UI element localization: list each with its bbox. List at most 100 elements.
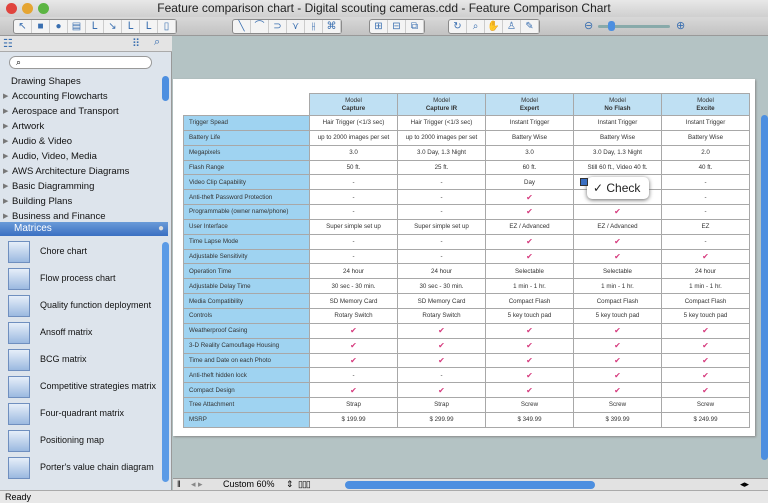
expand-arrow-icon[interactable]: ▶ — [3, 149, 8, 164]
table-cell[interactable]: ✔ — [485, 204, 574, 220]
feature-label[interactable]: Media Compatibility — [183, 293, 310, 309]
table-cell[interactable]: ✔ — [485, 337, 574, 354]
zoom-slider-thumb[interactable] — [608, 21, 615, 31]
table-cell[interactable]: Selectable — [485, 263, 574, 280]
model-header[interactable]: Model Capture IR — [397, 93, 486, 116]
feature-label[interactable]: Weatherproof Casing — [183, 322, 310, 339]
close-button[interactable] — [6, 3, 17, 14]
table-cell[interactable]: 25 ft. — [397, 159, 486, 176]
table-cell[interactable]: - — [309, 367, 398, 384]
table-cell[interactable]: ✔ — [485, 382, 574, 399]
stamp-tool-icon[interactable]: ♙ — [503, 20, 521, 33]
feature-label[interactable]: Compact Design — [183, 382, 310, 399]
table-cell[interactable]: ✔ — [309, 337, 398, 354]
table-cell[interactable]: ✔ — [397, 352, 486, 369]
expand-arrow-icon[interactable]: ▶ — [3, 179, 8, 194]
table-cell[interactable]: $ 199.99 — [309, 411, 398, 428]
table-cell[interactable]: ✔ — [661, 382, 750, 399]
table-cell[interactable]: 24 hour — [661, 263, 750, 280]
spline-tool-icon[interactable]: ⫲ — [305, 20, 323, 33]
check-option[interactable]: ✓ Check — [593, 181, 640, 195]
table-cell[interactable]: - — [661, 204, 750, 220]
library-shape[interactable]: Four-quadrant matrix — [0, 401, 165, 428]
feature-label[interactable]: Time and Date on each Photo — [183, 352, 310, 369]
page-view-icon[interactable]: ▯▯▯ — [298, 479, 311, 490]
check-popup-menu[interactable]: ✓ Check — [587, 177, 649, 199]
pause-icon[interactable]: ‖ — [177, 479, 181, 490]
table-cell[interactable]: - — [309, 248, 398, 265]
feature-label[interactable]: 3-D Reality Camouflage Housing — [183, 337, 310, 354]
categories-scrollbar[interactable] — [162, 76, 169, 101]
smart-tag-arrow-icon[interactable] — [580, 178, 588, 186]
scroll-arrows-icon[interactable]: ◂▸ — [740, 479, 749, 490]
table-cell[interactable]: Strap — [397, 397, 486, 413]
table-cell[interactable]: Rotary Switch — [397, 307, 486, 324]
expand-arrow-icon[interactable]: ▶ — [3, 134, 8, 149]
table-cell[interactable]: ✔ — [573, 233, 662, 250]
table-cell[interactable]: Compact Flash — [485, 293, 574, 309]
table-cell[interactable]: Instant Trigger — [661, 115, 750, 131]
smart-connector-icon[interactable]: ᒪ — [122, 20, 140, 33]
library-category[interactable]: ▶ Artwork — [0, 119, 165, 134]
align-icon[interactable]: ⊟ — [388, 20, 406, 33]
table-cell[interactable]: Instant Trigger — [573, 115, 662, 131]
table-cell[interactable]: Instant Trigger — [485, 115, 574, 131]
table-cell[interactable]: EZ / Advanced — [485, 218, 574, 235]
library-category[interactable]: ▶ Accounting Flowcharts — [0, 89, 165, 104]
feature-label[interactable]: Adjustable Delay Time — [183, 278, 310, 295]
table-cell[interactable]: ✔ — [485, 248, 574, 265]
library-search-input[interactable]: ⌕ — [9, 56, 152, 69]
table-cell[interactable]: Screw — [573, 397, 662, 413]
table-cell[interactable]: 3.0 Day, 1.3 Night — [397, 144, 486, 161]
table-cell[interactable]: Day — [485, 174, 574, 191]
round-connector-icon[interactable]: ᒪ — [140, 20, 158, 33]
feature-label[interactable]: Flash Range — [183, 159, 310, 176]
table-cell[interactable]: Hair Trigger (<1/3 sec) — [309, 115, 398, 131]
zoom-stepper-icon[interactable]: ⇕ — [286, 479, 294, 490]
table-cell[interactable]: - — [397, 248, 486, 265]
line-connector-icon[interactable]: ↘ — [104, 20, 122, 33]
table-cell[interactable]: Battery Wise — [661, 129, 750, 146]
table-cell[interactable]: Still 60 ft., Video 40 ft. — [573, 159, 662, 176]
expand-arrow-icon[interactable]: ▶ — [3, 194, 8, 209]
connector-tool-icon[interactable]: ᒪ — [86, 20, 104, 33]
table-cell[interactable]: ✔ — [661, 322, 750, 339]
table-cell[interactable]: ✔ — [661, 337, 750, 354]
search-toggle-icon[interactable]: ⌕ — [154, 36, 160, 49]
table-cell[interactable]: ✔ — [485, 233, 574, 250]
table-cell[interactable]: 30 sec - 30 min. — [397, 278, 486, 295]
library-shape[interactable]: Quality function deployment — [0, 293, 165, 320]
table-cell[interactable]: ✔ — [573, 337, 662, 354]
page-prev-icon[interactable]: ◂ ▸ — [191, 479, 203, 490]
table-cell[interactable]: ✔ — [573, 352, 662, 369]
library-category[interactable]: ▶ Aerospace and Transport — [0, 104, 165, 119]
model-header[interactable]: Model Expert — [485, 93, 574, 116]
table-cell[interactable]: up to 2000 images per set — [309, 129, 398, 146]
table-cell[interactable]: 24 hour — [397, 263, 486, 280]
library-category[interactable]: ▶ Building Plans — [0, 194, 165, 209]
close-library-icon[interactable]: ● — [158, 222, 164, 236]
table-cell[interactable]: ✔ — [661, 248, 750, 265]
line-tool-icon[interactable]: ╲ — [233, 20, 251, 33]
table-cell[interactable]: - — [309, 204, 398, 220]
feature-label[interactable]: Operation Time — [183, 263, 310, 280]
feature-label[interactable]: Adjustable Sensitivity — [183, 248, 310, 265]
table-cell[interactable]: $ 299.99 — [397, 411, 486, 428]
table-cell[interactable]: ✔ — [573, 322, 662, 339]
zoom-out-icon[interactable]: ⊖ — [584, 19, 593, 32]
table-cell[interactable]: Battery Wise — [485, 129, 574, 146]
feature-comparison-table[interactable]: Model Capture Model Capture IR Model Expert Mo… — [183, 93, 750, 428]
hand-tool-icon[interactable]: ✋ — [485, 20, 503, 33]
table-cell[interactable]: Compact Flash — [573, 293, 662, 309]
model-header[interactable]: Model Capture — [309, 93, 398, 116]
expand-arrow-icon[interactable]: ▶ — [3, 164, 8, 179]
table-cell[interactable]: - — [309, 189, 398, 206]
drawing-page[interactable]: Model Capture Model Capture IR Model Expert Mo… — [173, 79, 755, 436]
rotate-icon[interactable]: ↻ — [449, 20, 467, 33]
arc-tool-icon[interactable]: ⌒ — [251, 20, 269, 33]
text-tool-icon[interactable]: ▤ — [68, 20, 86, 33]
library-shape[interactable]: Ansoff matrix — [0, 320, 165, 347]
library-shape[interactable]: BCG matrix — [0, 347, 165, 374]
library-category[interactable]: ▶ AWS Architecture Diagrams — [0, 164, 165, 179]
expand-arrow-icon[interactable]: ▶ — [3, 119, 8, 134]
